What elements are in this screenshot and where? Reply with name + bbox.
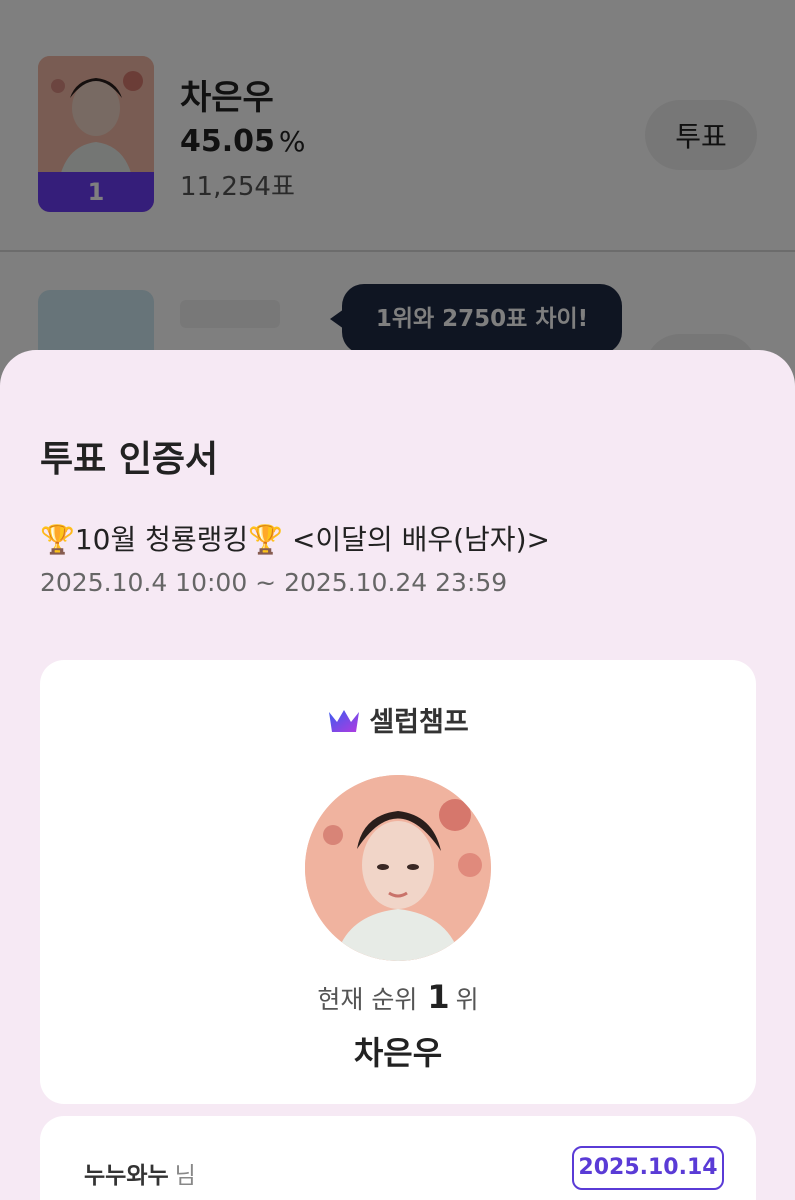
rank-suffix: 위 — [455, 985, 479, 1014]
candidate-avatar — [305, 775, 491, 961]
voter-name: 누누와누 님 — [84, 1156, 196, 1190]
current-rank: 현재 순위 1 위 — [40, 978, 756, 1016]
event-period: 2025.10.4 10:00 ~ 2025.10.24 23:59 — [40, 568, 508, 597]
certificate-card: 셀럽챔프 현재 순위 1 위 차은우 — [40, 660, 756, 1104]
rank-label: 현재 순위 — [317, 985, 418, 1014]
voter-nickname: 누누와누 — [84, 1163, 169, 1189]
rank-value: 1 — [427, 978, 450, 1016]
brand-name: 셀럽챔프 — [369, 707, 469, 738]
sheet-title: 투표 인증서 — [40, 439, 219, 480]
brand-header: 셀럽챔프 — [40, 700, 756, 739]
honorific-suffix: 님 — [174, 1163, 196, 1189]
vote-certificate-sheet: 투표 인증서 🏆10월 청룡랭킹🏆 <이달의 배우(남자)> 2025.10.4… — [0, 350, 795, 1200]
event-title: 🏆10월 청룡랭킹🏆 <이달의 배우(남자)> — [40, 523, 550, 556]
crown-icon — [329, 710, 360, 732]
voter-card: 누누와누 님 2025.10.14 — [40, 1116, 756, 1200]
candidate-name: 차은우 — [353, 1034, 443, 1072]
vote-date-badge: 2025.10.14 — [572, 1146, 724, 1190]
portrait-image — [305, 775, 491, 961]
